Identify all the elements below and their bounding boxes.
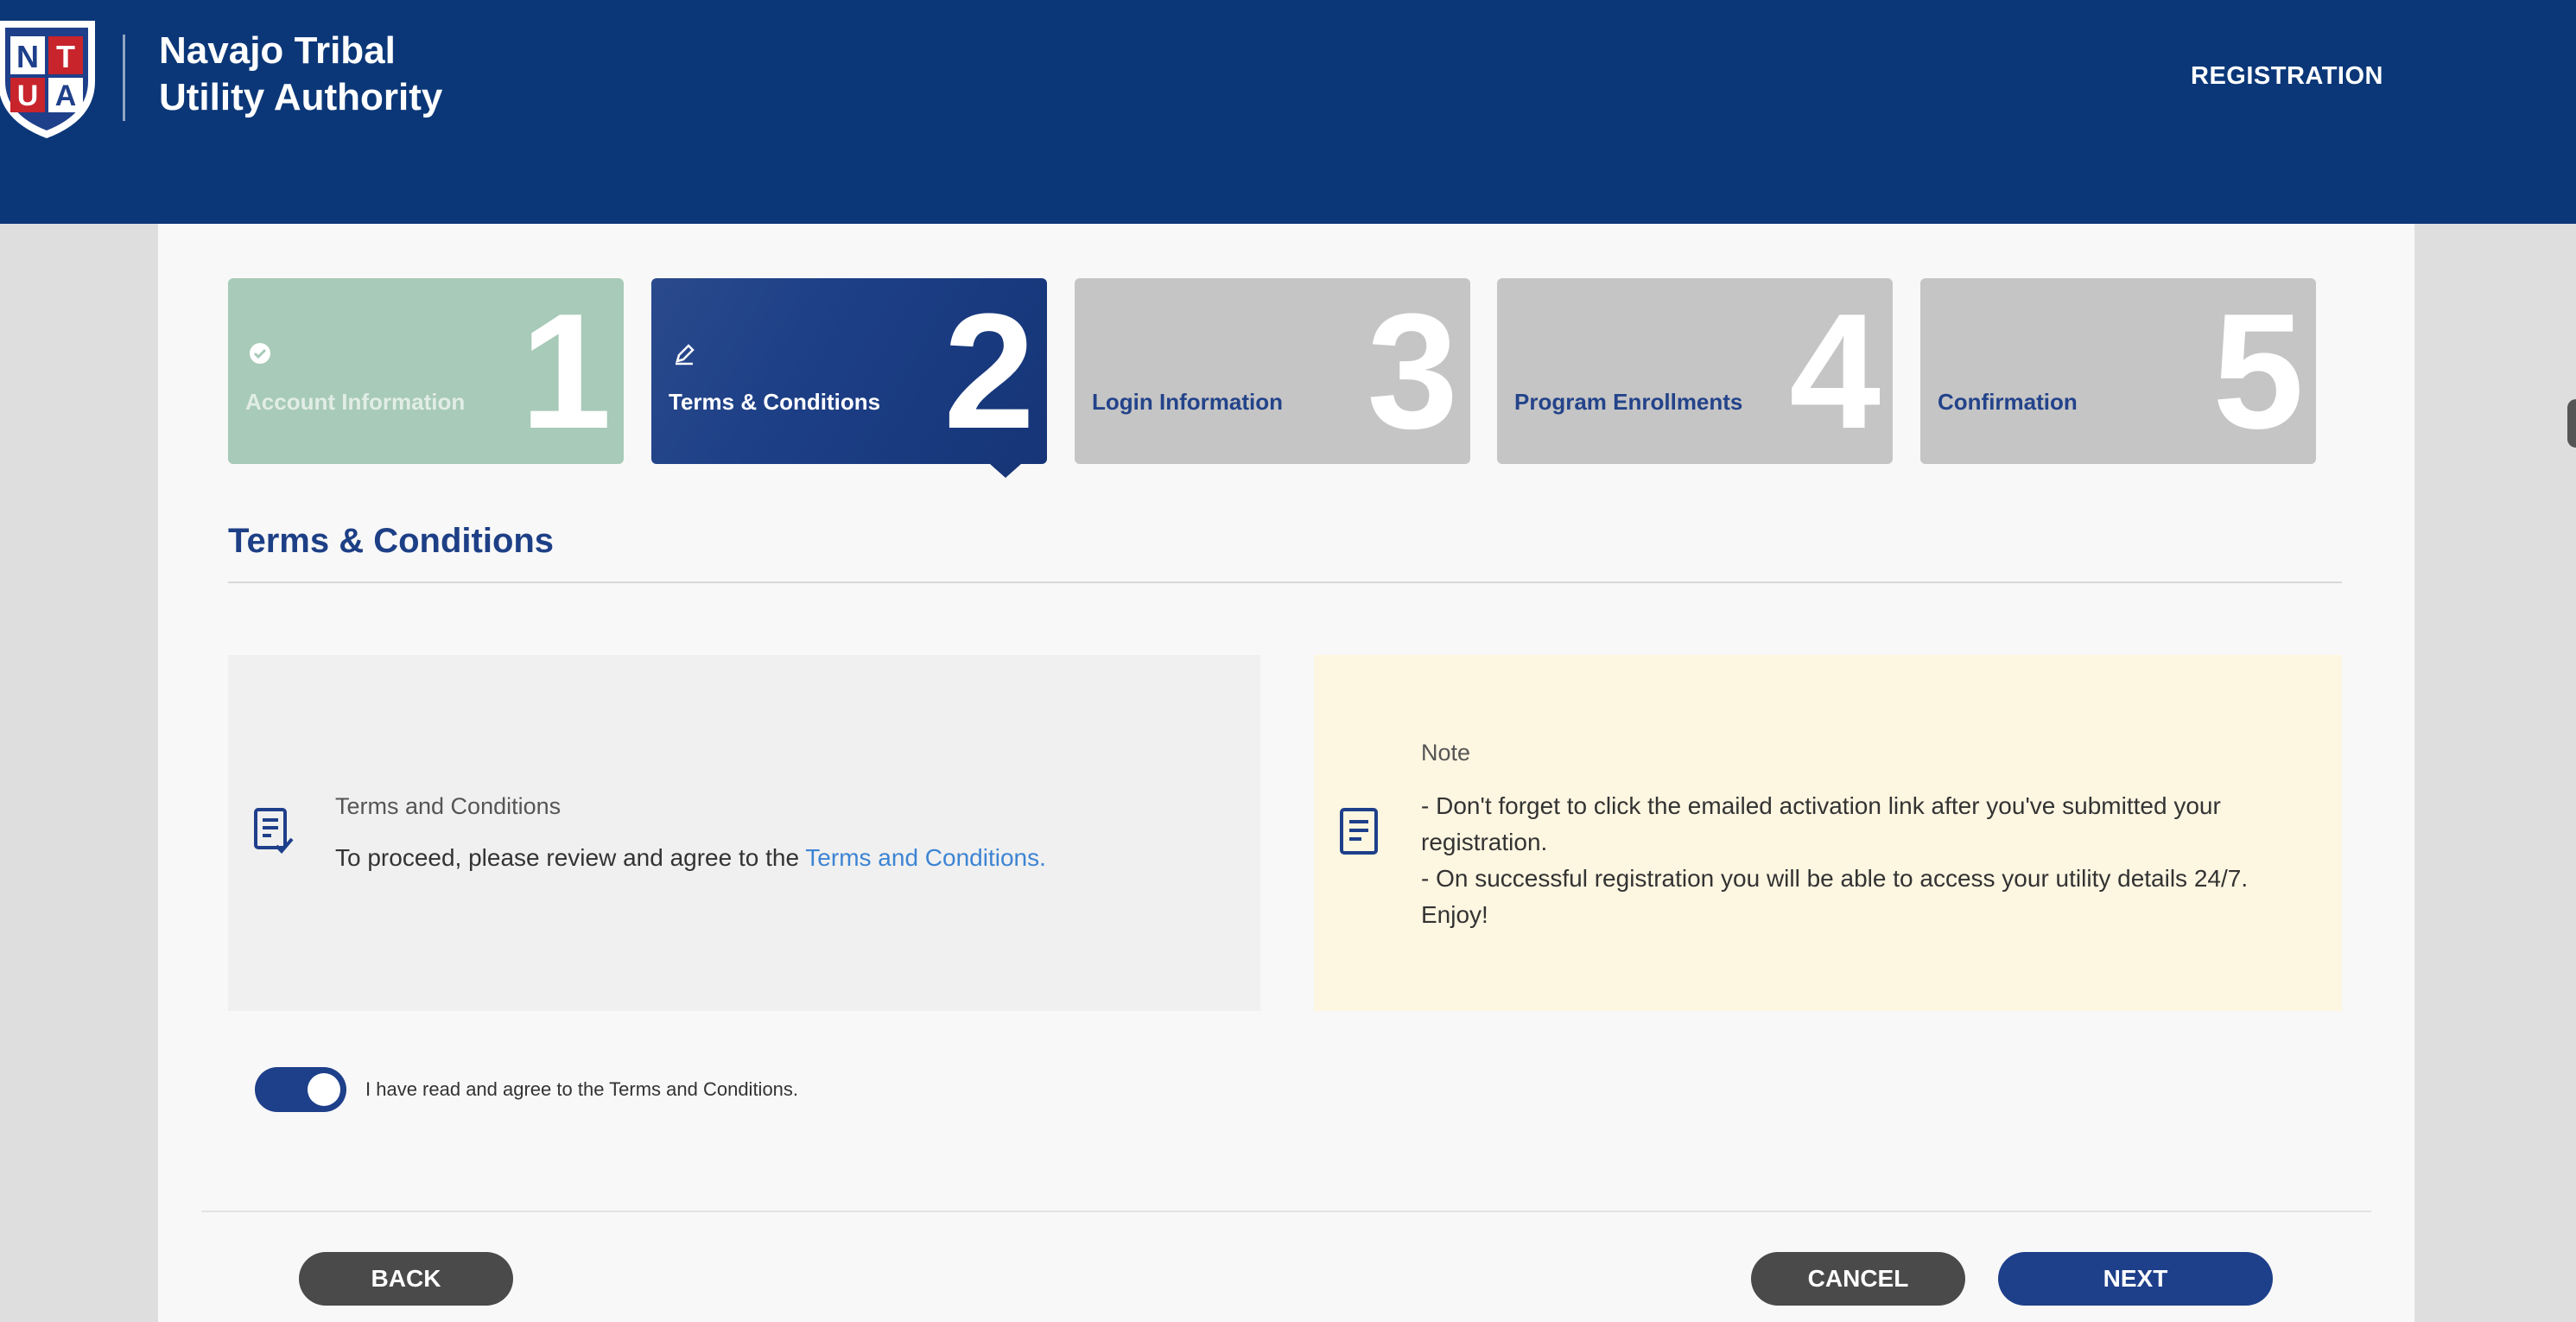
nav-registration-link[interactable]: REGISTRATION: [2191, 62, 2383, 91]
toggle-knob: [308, 1073, 340, 1106]
note-lines: - Don't forget to click the emailed acti…: [1421, 788, 2319, 933]
organization-name: Navajo Tribal Utility Authority: [159, 28, 442, 121]
org-name-line2: Utility Authority: [159, 76, 443, 118]
org-name-line1: Navajo Tribal: [159, 29, 396, 72]
svg-text:T: T: [56, 39, 75, 74]
footer-divider: [201, 1211, 2371, 1212]
svg-text:A: A: [55, 79, 77, 112]
svg-text:U: U: [17, 79, 39, 112]
step-terms-conditions[interactable]: Terms & Conditions 2: [651, 278, 1047, 464]
back-button[interactable]: BACK: [299, 1252, 513, 1306]
next-button[interactable]: NEXT: [1998, 1252, 2273, 1306]
step-number: 3: [1367, 280, 1458, 463]
step-label: Confirmation: [1938, 389, 2078, 415]
agree-terms-label: I have read and agree to the Terms and C…: [365, 1078, 799, 1100]
step-account-information[interactable]: Account Information 1: [228, 278, 624, 464]
terms-heading: Terms and Conditions: [335, 793, 562, 819]
ntua-logo[interactable]: N T U A: [0, 12, 102, 142]
note-heading: Note: [1421, 740, 1471, 766]
section-divider: [228, 582, 2342, 583]
step-number: 5: [2212, 280, 2304, 463]
site-header: N T U A Navajo Tribal Utility Authority …: [0, 0, 2576, 224]
side-tab-handle[interactable]: [2567, 399, 2576, 448]
step-label: Terms & Conditions: [669, 389, 881, 415]
step-label: Login Information: [1092, 389, 1283, 415]
edit-icon: [672, 342, 696, 371]
terms-box: Terms and Conditions To proceed, please …: [228, 655, 1260, 1011]
terms-prompt: To proceed, please review and agree to t…: [335, 844, 806, 871]
svg-text:N: N: [16, 39, 39, 74]
step-number: 4: [1789, 280, 1881, 463]
active-step-pointer: [990, 464, 1021, 478]
terms-and-conditions-link[interactable]: Terms and Conditions.: [805, 844, 1046, 871]
header-divider: [123, 35, 125, 121]
step-label: Program Enrollments: [1514, 389, 1743, 415]
cancel-button[interactable]: CANCEL: [1751, 1252, 1965, 1306]
terms-text: To proceed, please review and agree to t…: [335, 844, 1046, 872]
registration-panel: Account Information 1 Terms & Conditions…: [158, 224, 2414, 1322]
note-line: - On successful registration you will be…: [1421, 865, 2249, 928]
section-title: Terms & Conditions: [228, 522, 555, 560]
step-number: 1: [520, 280, 612, 463]
note-line: - Don't forget to click the emailed acti…: [1421, 792, 2221, 855]
step-number: 2: [943, 280, 1035, 463]
agree-terms-toggle[interactable]: [255, 1067, 346, 1112]
step-program-enrollments[interactable]: Program Enrollments 4: [1497, 278, 1893, 464]
step-confirmation[interactable]: Confirmation 5: [1920, 278, 2316, 464]
step-label: Account Information: [245, 389, 466, 415]
document-check-icon: [251, 806, 297, 862]
step-login-information[interactable]: Login Information 3: [1075, 278, 1470, 464]
check-circle-icon: [249, 342, 271, 369]
document-icon: [1338, 806, 1380, 861]
note-box: Note - Don't forget to click the emailed…: [1314, 655, 2342, 1011]
